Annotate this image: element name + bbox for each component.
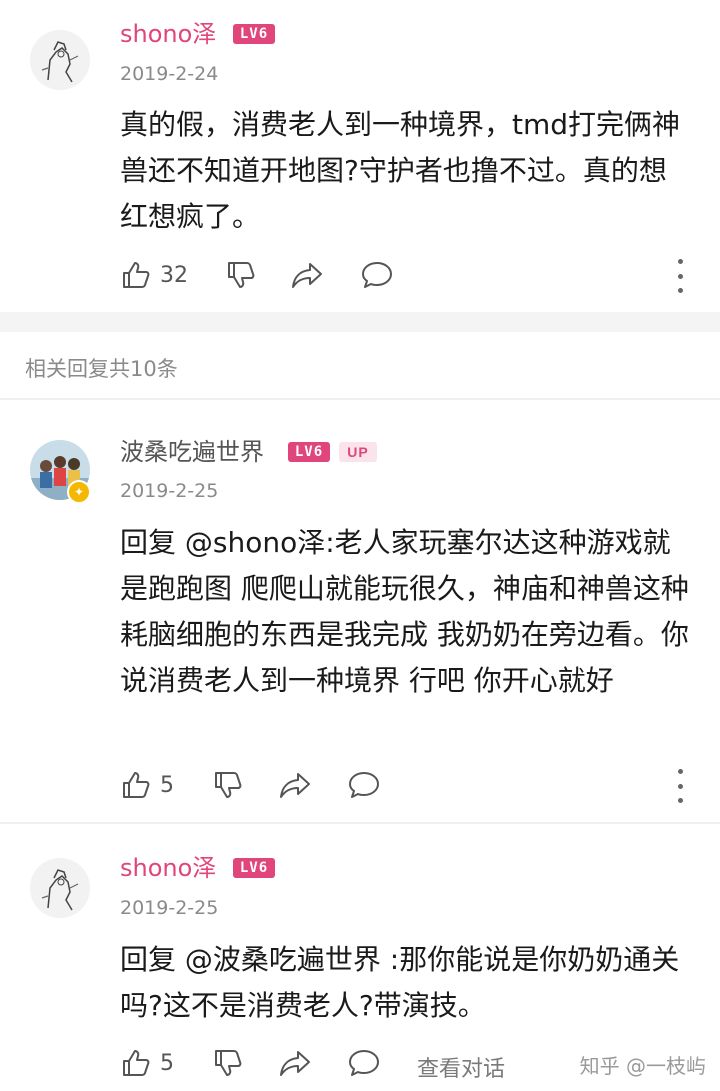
level-badge: LV6 [288,442,330,462]
view-conversation-link[interactable]: 查看对话 [417,1051,505,1083]
section-divider [0,312,720,332]
like-count: 32 [160,262,188,288]
dislike-button[interactable] [225,257,257,293]
username[interactable]: 波桑吃遍世界 [120,437,264,467]
reply-button[interactable] [347,1045,381,1081]
level-badge: LV6 [233,858,275,878]
dislike-icon [215,1050,242,1076]
comment-date: 2019-2-25 [120,480,219,502]
verified-badge-icon: ✦ [67,480,91,504]
reply-button[interactable] [360,257,394,293]
like-icon [123,262,150,288]
comment-actions: 5 [120,767,690,807]
like-icon [123,772,150,798]
share-icon [292,263,322,288]
share-button[interactable] [278,767,312,803]
comment-icon [349,1050,379,1076]
level-badge: LV6 [233,24,275,44]
divider [0,398,720,400]
share-icon [280,1051,310,1076]
divider [0,822,720,824]
watermark: 知乎 @一枝屿 [579,1054,706,1078]
like-count: 5 [160,1050,174,1076]
username[interactable]: shono泽 [120,853,216,883]
avatar[interactable] [30,30,90,90]
comment-actions: 32 [120,257,690,297]
replies-header: 相关回复共10条 [25,357,178,381]
sketch-avatar-icon [30,858,90,918]
dislike-icon [215,772,242,798]
dislike-button[interactable] [212,1045,244,1081]
more-icon[interactable] [670,769,690,803]
dislike-icon [228,262,255,288]
more-icon[interactable] [670,259,690,293]
comment-text: 回复 @shono泽:老人家玩塞尔达这种游戏就是跑跑图 爬爬山就能玩很久，神庙和… [120,526,689,697]
like-button[interactable]: 5 [120,767,174,803]
like-button[interactable]: 5 [120,1045,174,1081]
like-icon [123,1050,150,1076]
comment-date: 2019-2-25 [120,897,219,919]
dislike-button[interactable] [212,767,244,803]
comment-icon [349,772,379,798]
comment-text: 真的假，消费老人到一种境界，tmd打完俩神兽还不知道开地图?守护者也撸不过。真的… [120,108,681,233]
share-button[interactable] [290,257,324,293]
sketch-avatar-icon [30,30,90,90]
comment-date: 2019-2-24 [120,63,219,85]
up-badge: UP [339,442,377,462]
reply-button[interactable] [347,767,381,803]
share-button[interactable] [278,1045,312,1081]
username[interactable]: shono泽 [120,19,216,49]
avatar[interactable] [30,858,90,918]
like-button[interactable]: 32 [120,257,188,293]
like-count: 5 [160,772,174,798]
comment-text: 回复 @波桑吃遍世界 :那你能说是你奶奶通关吗?这不是消费老人?带演技。 [120,943,680,1022]
comment-icon [362,262,392,288]
share-icon [280,773,310,798]
